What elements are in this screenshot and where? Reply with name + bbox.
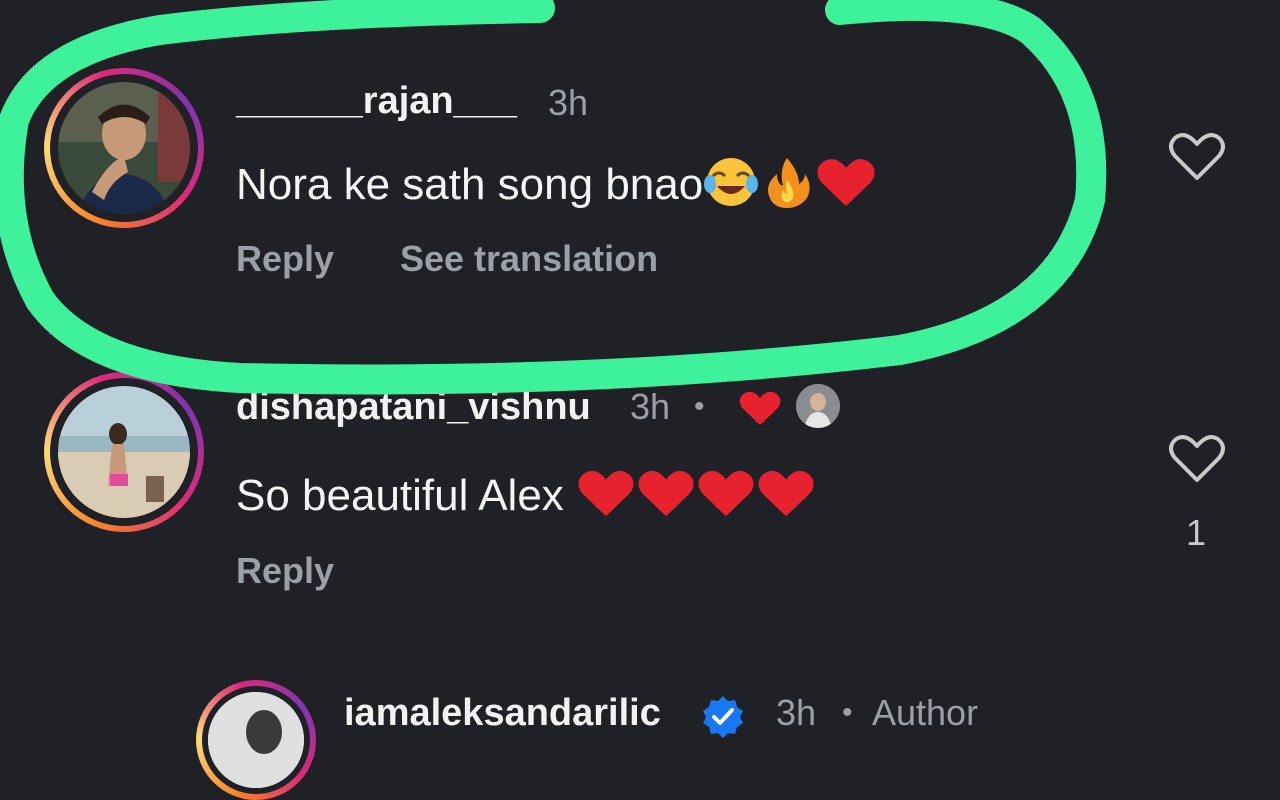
comment-item: iamaleksandarilic 3h • Author — [0, 660, 1280, 800]
author-label: Author — [872, 692, 979, 733]
separator-dot: • — [842, 696, 853, 729]
red-heart-icon — [576, 466, 636, 531]
avatar-photo — [208, 692, 304, 788]
like-count: 1 — [1186, 512, 1207, 553]
avatar[interactable] — [44, 372, 204, 532]
comment-body: So beautiful Alex — [236, 471, 564, 521]
username[interactable]: dishapatani_vishnu — [236, 386, 591, 429]
comment-item: dishapatani_vishnu 3h • So beautiful Ale… — [0, 360, 1280, 660]
red-heart-icon — [815, 154, 877, 221]
comment-text: Nora ke sath song bnao — [236, 154, 877, 221]
comment-item: ______rajan___ 3h Nora ke sath song bnao… — [0, 0, 1280, 360]
comment-time: 3h — [630, 386, 671, 427]
red-heart-icon — [696, 466, 756, 531]
see-translation-button[interactable]: See translation — [400, 238, 658, 280]
comment-body: Nora ke sath song bnao — [236, 160, 704, 210]
like-heart-icon[interactable] — [1167, 128, 1227, 184]
face-with-tears-of-joy-icon — [703, 156, 759, 219]
author-liked-heart-icon — [739, 391, 781, 426]
red-heart-icon — [756, 466, 816, 531]
username[interactable]: ______rajan___ — [236, 80, 517, 123]
username[interactable]: iamaleksandarilic — [344, 692, 661, 735]
avatar-photo — [58, 82, 190, 214]
avatar[interactable] — [196, 680, 316, 800]
red-heart-icon — [636, 466, 696, 531]
fire-icon — [759, 154, 815, 221]
comment-time: 3h — [548, 82, 589, 123]
comment-text: So beautiful Alex — [236, 466, 816, 531]
like-heart-icon[interactable] — [1167, 430, 1227, 486]
reply-button[interactable]: Reply — [236, 550, 334, 592]
author-mini-avatar — [796, 384, 840, 428]
verified-badge-icon — [703, 696, 743, 738]
avatar-photo — [58, 386, 190, 518]
avatar[interactable] — [44, 68, 204, 228]
reply-button[interactable]: Reply — [236, 238, 334, 280]
separator-dot: • — [694, 390, 705, 423]
comment-time: 3h — [776, 692, 817, 733]
